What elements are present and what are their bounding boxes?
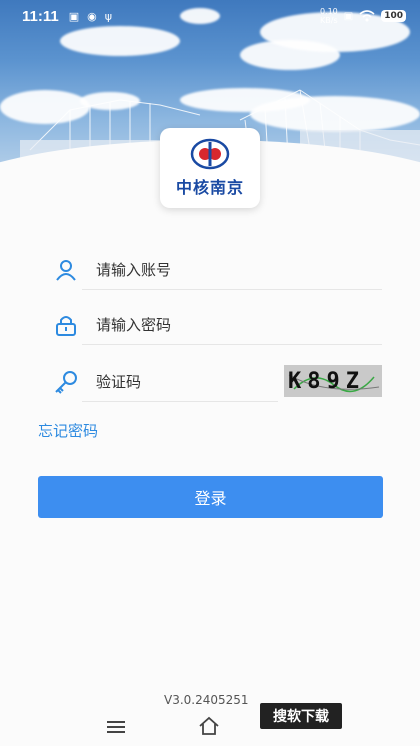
menu-icon[interactable] — [107, 720, 125, 734]
network-speed: 0.10 KB/s — [319, 7, 338, 25]
usb-icon: ψ — [104, 9, 112, 23]
logo-text: 中核南京 — [175, 178, 244, 197]
status-time: 11:11 — [22, 7, 59, 25]
battery-icon: 100 — [381, 10, 406, 22]
captcha-placeholder: 验证码 — [96, 373, 142, 391]
captcha-text: K89Z — [288, 369, 365, 394]
login-button[interactable]: 登录 — [38, 476, 383, 518]
version-label: V3.0.2405251 — [164, 693, 249, 707]
account-row: 请输入账号 — [52, 250, 382, 290]
watermark-badge: 搜软下载 — [260, 703, 342, 729]
password-row: 请输入密码 — [52, 305, 382, 345]
navigation-bar — [0, 710, 420, 746]
password-placeholder: 请输入密码 — [96, 316, 172, 334]
sim-icon: ▣ — [343, 10, 354, 22]
status-bar: 11:11 ▣ ◉ ψ 0.10 KB/s ▣ 100 — [0, 0, 420, 32]
captcha-input[interactable]: 验证码 — [82, 362, 278, 402]
lock-icon — [52, 311, 80, 339]
user-icon — [52, 256, 80, 284]
account-input[interactable]: 请输入账号 — [82, 250, 382, 290]
key-icon — [52, 368, 80, 396]
captcha-image[interactable]: K89Z — [284, 365, 382, 397]
company-logo-icon — [190, 138, 230, 170]
home-icon[interactable] — [198, 716, 220, 736]
account-placeholder: 请输入账号 — [96, 261, 172, 279]
wifi-icon — [359, 10, 375, 22]
notification-icon: ▣ — [68, 9, 80, 23]
forgot-password-link[interactable]: 忘记密码 — [38, 420, 98, 441]
logo-card: 中核南京 — [160, 128, 260, 208]
eye-icon: ◉ — [87, 9, 97, 23]
password-input[interactable]: 请输入密码 — [82, 305, 382, 345]
